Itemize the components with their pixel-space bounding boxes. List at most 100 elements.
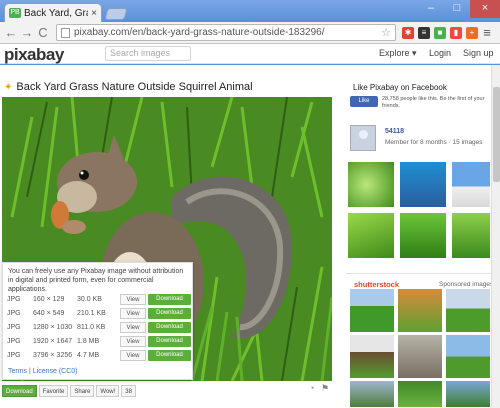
size-filesize: 30.0 KB <box>77 296 102 303</box>
forward-arrow-icon[interactable]: → <box>20 25 34 40</box>
wow-button[interactable]: Wow! <box>96 385 120 397</box>
download-panel: You can freely use any Pixabay image wit… <box>2 262 193 380</box>
sponsored-thumbnail[interactable] <box>350 335 394 378</box>
license-info-text: You can freely use any Pixabay image wit… <box>8 268 184 293</box>
extension-flag-icon[interactable]: ▮ <box>450 26 462 39</box>
size-filesize: 811.0 KB <box>77 324 106 331</box>
facebook-widget-title: Like Pixabay on Facebook <box>353 83 447 92</box>
size-filesize: 1.8 MB <box>77 338 100 345</box>
sponsored-thumbnail[interactable] <box>446 381 490 407</box>
reload-icon[interactable]: C <box>36 25 50 40</box>
size-dimensions: 640 × 549 <box>33 310 65 317</box>
user-name[interactable]: 54118 <box>385 128 404 135</box>
bookmark-star-icon[interactable]: ☆ <box>381 26 391 39</box>
page-title-text: Back Yard Grass Nature Outside Squirrel … <box>16 81 253 93</box>
size-dimensions: 1920 × 1647 <box>33 338 73 345</box>
view-button[interactable]: View <box>120 308 146 319</box>
scrollbar-thumb[interactable] <box>493 87 500 182</box>
menu-icon[interactable]: ≡ <box>480 25 494 40</box>
size-format: JPG <box>7 352 21 359</box>
user-meta: Member for 8 months · 15 images <box>385 139 483 146</box>
related-thumbnail[interactable] <box>347 161 395 208</box>
new-tab-button[interactable] <box>104 8 128 20</box>
size-dimensions: 1280 × 1030 <box>33 324 73 331</box>
page-title: ✦ Back Yard Grass Nature Outside Squirre… <box>4 81 253 93</box>
view-button[interactable]: View <box>120 350 146 361</box>
pixabay-logo[interactable]: pixabay <box>4 45 64 65</box>
size-format: JPG <box>7 324 21 331</box>
size-format: JPG <box>7 310 21 317</box>
download-main-button[interactable]: Download <box>2 385 37 397</box>
maximize-icon[interactable]: □ <box>444 0 470 18</box>
paw-icon: ✦ <box>4 81 13 93</box>
related-thumbnail[interactable] <box>399 212 447 259</box>
extension-red-icon[interactable]: ✱ <box>402 26 414 39</box>
sponsored-thumbnail[interactable] <box>350 289 394 332</box>
related-thumbnail[interactable] <box>451 212 491 259</box>
login-link[interactable]: Login <box>429 48 451 58</box>
size-filesize: 210.1 KB <box>77 310 106 317</box>
size-format: JPG <box>7 338 21 345</box>
sponsored-thumbnail[interactable] <box>446 335 490 378</box>
explore-menu[interactable]: Explore ▾ <box>379 48 417 59</box>
pixabay-favicon-icon: PB <box>9 8 21 18</box>
related-thumbnail[interactable] <box>347 212 395 259</box>
share-button[interactable]: Share <box>70 385 95 397</box>
wow-count: 38 <box>121 385 136 397</box>
page-scrollbar[interactable] <box>491 65 500 408</box>
signup-link[interactable]: Sign up <box>463 48 494 58</box>
size-row: JPG 640 × 549 210.1 KB View Download <box>7 308 191 321</box>
size-row: JPG 1280 × 1030 811.0 KB View Download <box>7 322 191 335</box>
download-button[interactable]: Download <box>148 294 191 305</box>
browser-tab-bar: PB Back Yard, Grass, Nature, × – □ × <box>0 0 500 22</box>
related-thumbnail[interactable] <box>399 161 447 208</box>
extension-layers-icon[interactable]: ≡ <box>418 26 430 39</box>
back-arrow-icon[interactable]: ← <box>4 25 18 40</box>
url-text[interactable]: pixabay.com/en/back-yard-grass-nature-ou… <box>74 27 381 38</box>
size-dimensions: 160 × 129 <box>33 296 65 303</box>
address-bar[interactable]: pixabay.com/en/back-yard-grass-nature-ou… <box>56 24 396 41</box>
size-format: JPG <box>7 296 21 303</box>
facebook-like-text: 28,758 people like this. Be the first of… <box>382 96 485 109</box>
tab-close-icon[interactable]: × <box>91 8 97 19</box>
browser-toolbar: ← → C pixabay.com/en/back-yard-grass-nat… <box>0 22 500 44</box>
search-input[interactable]: Search images <box>105 46 191 61</box>
facebook-like-button[interactable]: Like <box>350 96 378 107</box>
terms-license-link[interactable]: Terms | License (CC0) <box>8 368 78 375</box>
favorite-button[interactable]: Favorite <box>38 385 69 397</box>
sponsored-thumbnail[interactable] <box>398 289 442 332</box>
page-content: ✦ Back Yard Grass Nature Outside Squirre… <box>0 65 500 408</box>
site-header: pixabay Search images Explore ▾ Login Si… <box>0 44 500 64</box>
minimize-icon[interactable]: – <box>418 0 444 18</box>
extension-plus-icon[interactable]: + <box>466 26 478 39</box>
shutterstock-logo[interactable]: shutterstock <box>354 280 399 289</box>
flag-icon[interactable]: ⚑ <box>321 383 329 393</box>
view-button[interactable]: View <box>120 336 146 347</box>
download-button[interactable]: Download <box>148 336 191 347</box>
browser-tab[interactable]: PB Back Yard, Grass, Nature, × <box>4 3 102 22</box>
page-icon <box>61 27 70 38</box>
view-button[interactable]: View <box>120 322 146 333</box>
download-button[interactable]: Download <box>148 308 191 319</box>
size-row: JPG 160 × 129 30.0 KB View Download <box>7 294 191 307</box>
action-bar: Download Favorite Share Wow! 38 <box>2 385 138 397</box>
info-icon[interactable]: ◔ <box>309 383 314 393</box>
size-row: JPG 1920 × 1647 1.8 MB View Download <box>7 336 191 349</box>
download-button[interactable]: Download <box>148 322 191 333</box>
sponsored-label: Sponsored images <box>439 281 494 288</box>
download-button[interactable]: Download <box>148 350 191 361</box>
sponsored-thumbnail[interactable] <box>398 335 442 378</box>
size-filesize: 4.7 MB <box>77 352 100 359</box>
sponsored-thumbnail[interactable] <box>398 381 442 407</box>
size-dimensions: 3796 × 3256 <box>33 352 73 359</box>
tab-title: Back Yard, Grass, Nature, <box>24 7 88 19</box>
extension-green-icon[interactable]: ■ <box>434 26 446 39</box>
photo-tools: ◔ ⚑ <box>309 383 329 394</box>
related-thumbnail[interactable] <box>451 161 491 208</box>
size-row: JPG 3796 × 3256 4.7 MB View Download <box>7 350 191 363</box>
close-window-icon[interactable]: × <box>470 0 500 18</box>
sponsored-thumbnail[interactable] <box>350 381 394 407</box>
sponsored-thumbnail[interactable] <box>446 289 490 332</box>
avatar[interactable] <box>350 125 376 151</box>
view-button[interactable]: View <box>120 294 146 305</box>
